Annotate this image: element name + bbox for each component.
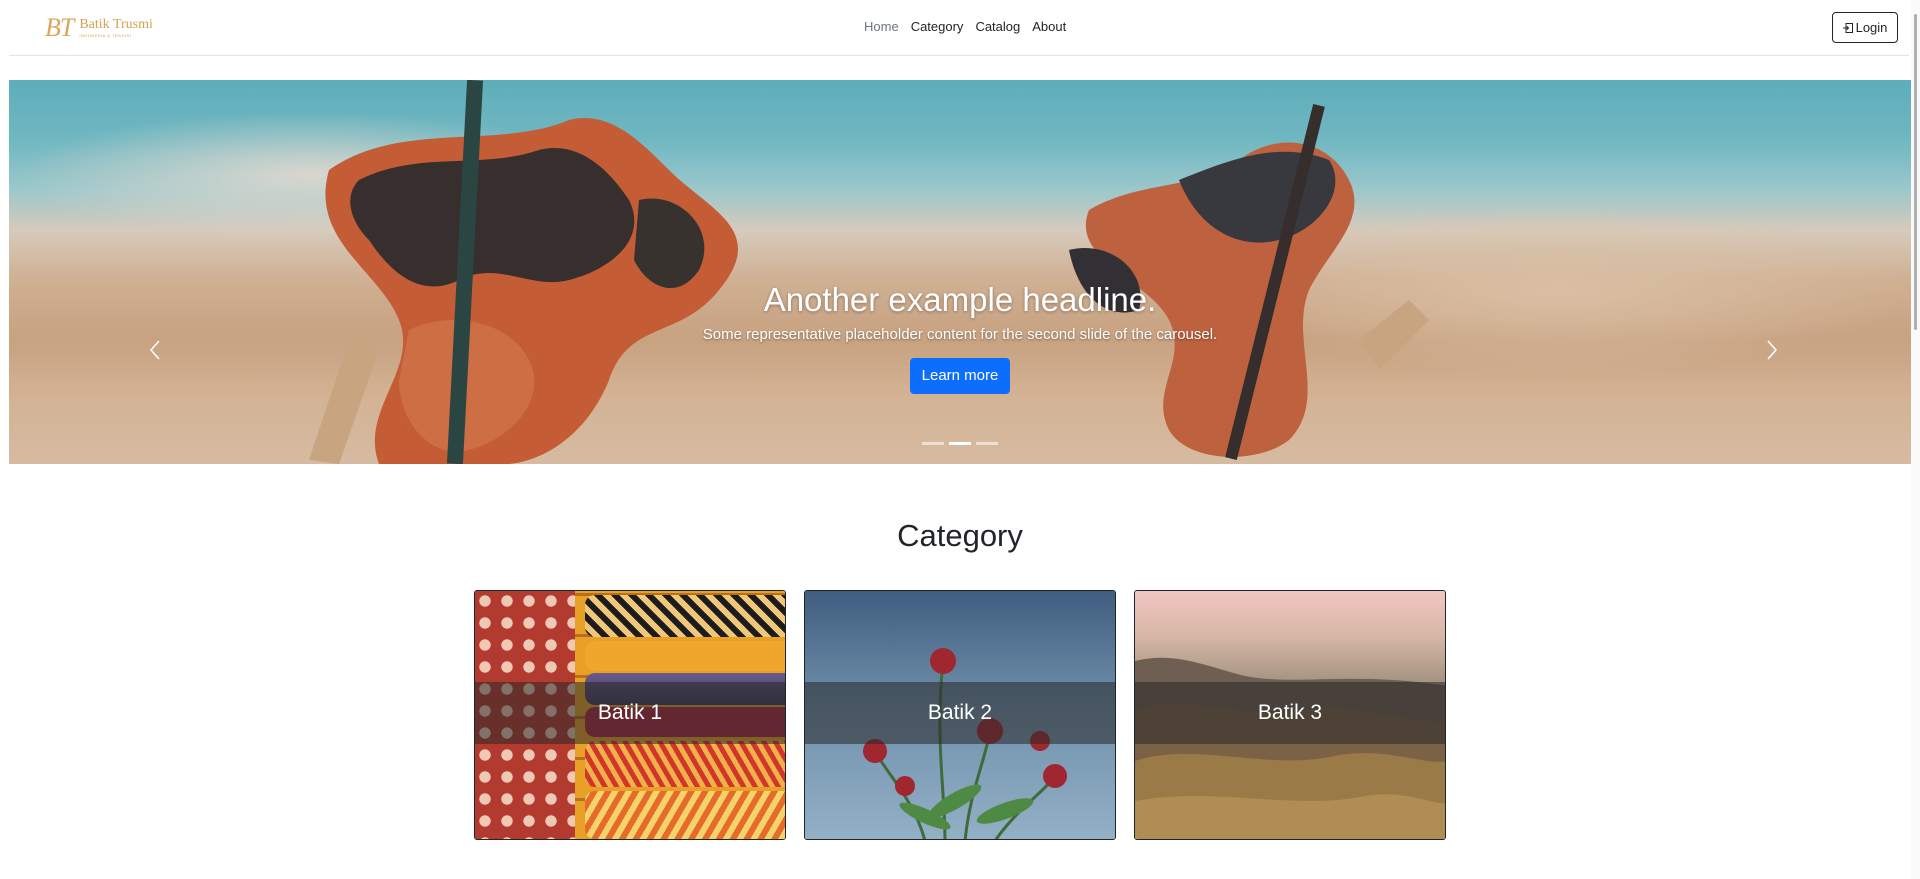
category-card-2-band: Batik 2	[805, 682, 1115, 744]
scrollbar-thumb[interactable]	[1914, 14, 1917, 330]
carousel-indicators	[9, 442, 1911, 445]
nav-link-category[interactable]: Category	[911, 19, 964, 34]
category-card-3[interactable]: Batik 3	[1134, 590, 1446, 840]
nav-link-catalog[interactable]: Catalog	[975, 19, 1020, 34]
category-card-3-label: Batik 3	[1257, 701, 1323, 724]
navbar: BT Batik Trusmi INDONESIA & TRADISI Home…	[9, 0, 1909, 56]
learn-more-button[interactable]: Learn more	[909, 357, 1011, 394]
hero-carousel: Another example headline. Some represent…	[9, 80, 1911, 464]
nav-links: Home Category Catalog About	[864, 19, 1066, 34]
nav-link-about[interactable]: About	[1032, 19, 1066, 34]
carousel-caption: Another example headline. Some represent…	[9, 280, 1911, 394]
carousel-headline: Another example headline.	[763, 281, 1157, 318]
brand-logo[interactable]: BT Batik Trusmi INDONESIA & TRADISI	[45, 13, 153, 43]
category-card-2-label: Batik 2	[927, 701, 993, 724]
login-label: Login	[1855, 20, 1888, 35]
carousel-indicator-1[interactable]	[922, 442, 944, 445]
category-card-1-label: Batik 1	[597, 701, 663, 724]
carousel-text: Some representative placeholder content …	[702, 325, 1218, 343]
category-card-2[interactable]: Batik 2	[804, 590, 1116, 840]
brand-text: Batik Trusmi INDONESIA & TRADISI	[79, 18, 153, 38]
login-button[interactable]: Login	[1832, 12, 1898, 43]
carousel-overlay	[9, 80, 1911, 464]
brand-mark: BT	[45, 13, 74, 42]
brand-tagline: INDONESIA & TRADISI	[79, 33, 132, 38]
carousel-indicator-3[interactable]	[976, 442, 998, 445]
carousel-indicator-2[interactable]	[949, 442, 971, 445]
nav-link-home[interactable]: Home	[864, 19, 899, 34]
login-icon	[1842, 22, 1853, 33]
category-card-1[interactable]: Batik 1	[474, 590, 786, 840]
category-card-3-band: Batik 3	[1135, 682, 1445, 744]
brand-name: Batik Trusmi	[79, 17, 153, 32]
category-heading: Category	[897, 518, 1023, 553]
category-card-1-band: Batik 1	[475, 682, 785, 744]
